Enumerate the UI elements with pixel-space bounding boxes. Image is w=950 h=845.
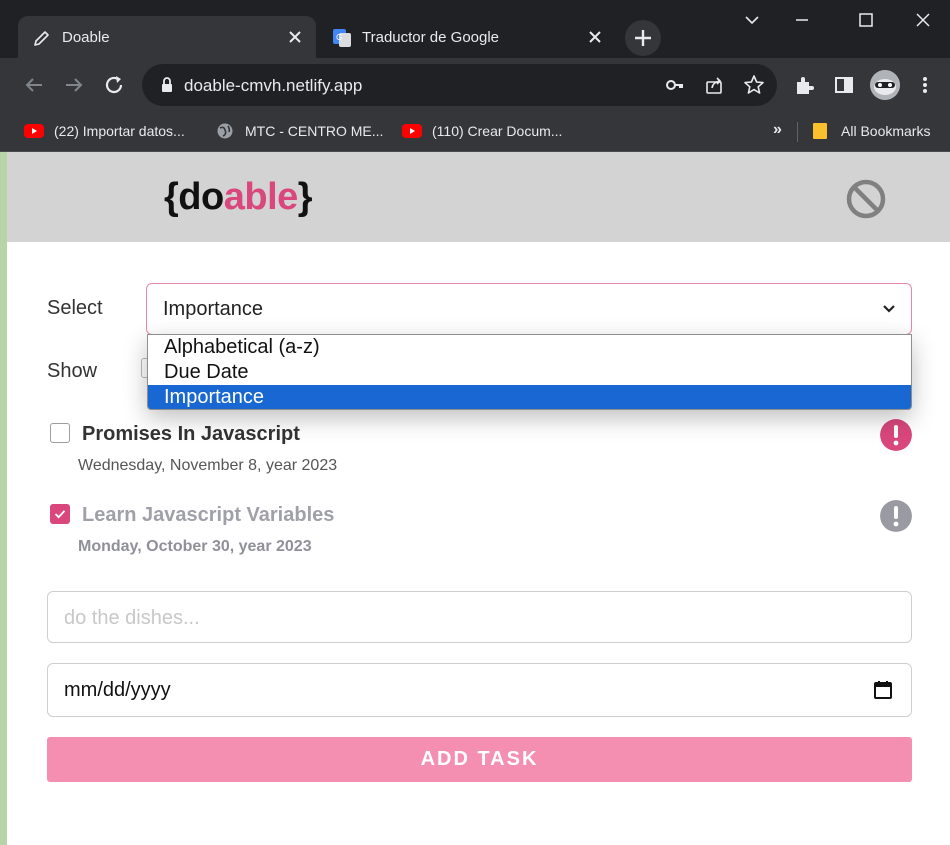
reload-icon[interactable] xyxy=(102,73,126,97)
plus-icon xyxy=(635,30,651,46)
youtube-icon xyxy=(24,124,44,138)
menu-kebab-icon[interactable] xyxy=(914,74,936,96)
sort-select[interactable]: Importance xyxy=(146,283,912,335)
tab-doable[interactable]: Doable xyxy=(18,16,316,58)
side-panel-icon[interactable] xyxy=(833,74,855,96)
bookmarks-bar: (22) Importar datos... MTC - CENTRO ME..… xyxy=(0,113,950,152)
task-input[interactable]: do the dishes... xyxy=(47,591,912,643)
task-title: Promises In Javascript xyxy=(82,423,300,445)
app-page: {doable} Select Importance Show Promises… xyxy=(7,152,950,845)
task-input-placeholder: do the dishes... xyxy=(64,607,200,629)
importance-icon[interactable] xyxy=(880,419,912,451)
sort-dropdown-list: Alphabetical (a-z) Due Date Importance xyxy=(147,334,912,410)
key-icon[interactable] xyxy=(664,74,686,96)
tab-title: Traductor de Google xyxy=(362,29,500,46)
task-checkbox-checked[interactable] xyxy=(50,504,70,524)
lock-icon[interactable] xyxy=(156,74,178,96)
tab-traductor[interactable]: G Traductor de Google xyxy=(318,16,616,58)
tab-strip: Doable G Traductor de Google xyxy=(0,0,950,58)
forward-icon[interactable] xyxy=(62,73,86,97)
tab-title: Doable xyxy=(62,29,110,46)
bookmark-mtc[interactable]: MTC - CENTRO ME... xyxy=(215,121,390,143)
app-header: {doable} xyxy=(7,152,950,242)
chevron-down-icon xyxy=(883,305,895,313)
url-text: doable-cmvh.netlify.app xyxy=(184,76,363,95)
add-task-button[interactable]: ADD TASK xyxy=(47,737,912,782)
star-icon[interactable] xyxy=(743,74,765,96)
option-importance[interactable]: Importance xyxy=(148,385,911,409)
date-input[interactable]: mm/dd/yyyy xyxy=(47,663,912,717)
google-translate-icon: G xyxy=(333,29,351,47)
close-tab-icon[interactable] xyxy=(586,28,604,46)
desktop-background-strip xyxy=(0,152,7,845)
task-date: Monday, October 30, year 2023 xyxy=(78,538,312,555)
maximize-icon[interactable] xyxy=(851,8,881,32)
share-icon[interactable] xyxy=(703,74,725,96)
task-title: Learn Javascript Variables xyxy=(82,504,335,526)
globe-icon xyxy=(217,123,233,139)
all-bookmarks-button[interactable]: All Bookmarks xyxy=(811,121,941,143)
close-window-icon[interactable] xyxy=(908,8,938,32)
extensions-icon[interactable] xyxy=(793,74,815,96)
new-tab-button[interactable] xyxy=(625,20,661,56)
address-bar[interactable]: doable-cmvh.netlify.app xyxy=(142,64,777,106)
folder-icon xyxy=(813,123,827,139)
youtube-icon xyxy=(402,124,422,138)
check-icon xyxy=(54,510,66,519)
task-item: Learn Javascript Variables Monday, Octob… xyxy=(47,498,917,568)
bookmark-importar-datos[interactable]: (22) Importar datos... xyxy=(24,121,204,143)
option-alphabetical[interactable]: Alphabetical (a-z) xyxy=(148,335,911,360)
tab-search-icon[interactable] xyxy=(737,8,767,32)
bookmark-crear-docum[interactable]: (110) Crear Docum... xyxy=(402,121,582,143)
bookmarks-overflow-button[interactable]: » xyxy=(773,121,782,139)
browser-toolbar: doable-cmvh.netlify.app xyxy=(0,58,950,113)
minimize-icon[interactable] xyxy=(787,8,817,32)
raccoon-avatar-icon xyxy=(870,70,900,100)
browser-chrome: Doable G Traductor de Google doable-cmvh… xyxy=(0,0,950,152)
calendar-icon[interactable] xyxy=(873,680,893,700)
close-tab-icon[interactable] xyxy=(286,28,304,46)
show-label: Show xyxy=(47,360,98,382)
pencil-icon xyxy=(34,31,49,46)
sort-label: Select xyxy=(47,297,103,319)
back-icon[interactable] xyxy=(22,73,46,97)
svg-text:G: G xyxy=(336,33,342,42)
date-input-value: mm/dd/yyyy xyxy=(64,679,171,701)
task-item: Promises In Javascript Wednesday, Novemb… xyxy=(47,417,917,487)
importance-icon[interactable] xyxy=(880,500,912,532)
app-logo: {doable} xyxy=(164,176,313,218)
option-due-date[interactable]: Due Date xyxy=(148,360,911,385)
block-icon[interactable] xyxy=(845,178,887,220)
task-date: Wednesday, November 8, year 2023 xyxy=(78,457,338,474)
sort-selected-value: Importance xyxy=(163,298,264,320)
task-checkbox[interactable] xyxy=(50,423,70,443)
profile-avatar[interactable] xyxy=(870,70,900,100)
bookmarks-divider xyxy=(797,122,798,142)
